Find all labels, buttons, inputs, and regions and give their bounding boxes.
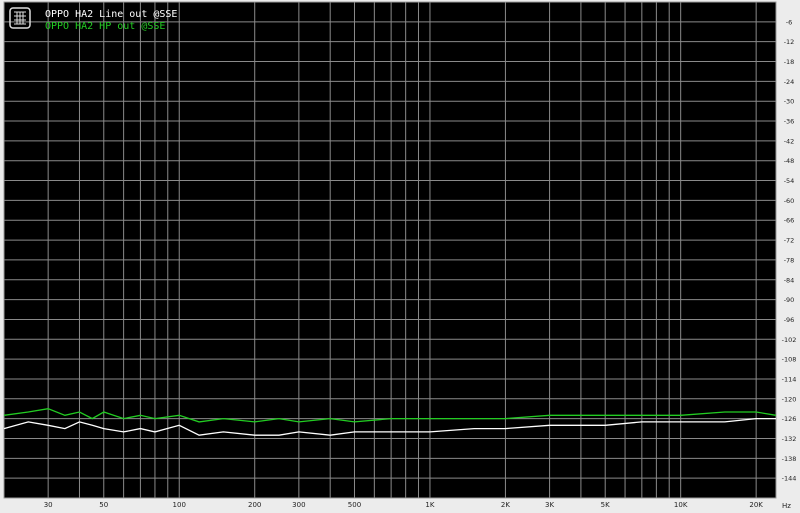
y-tick-label: -60 [784, 197, 795, 205]
x-tick-label: 3K [545, 501, 554, 509]
x-tick-label: 2K [501, 501, 510, 509]
x-tick-label: 300 [292, 501, 305, 509]
y-tick-label: -6 [786, 18, 792, 26]
y-tick-label: -54 [784, 177, 795, 185]
y-tick-label: -66 [784, 217, 795, 225]
y-tick-label: -144 [782, 475, 797, 483]
y-tick-label: -48 [784, 157, 795, 165]
plot-area [3, 1, 777, 499]
x-tick-label: 500 [348, 501, 361, 509]
y-tick-label: -84 [784, 276, 795, 284]
legend-entry-hp-out: OPPO HA2 HP out @SSE [45, 21, 165, 32]
y-tick-label: -96 [784, 316, 795, 324]
spectrum-chart: OPPO HA2 Line out @SSE OPPO HA2 HP out @… [0, 0, 800, 513]
y-tick-label: -108 [782, 356, 797, 364]
y-tick-label: -18 [784, 58, 795, 66]
x-tick-label: 50 [99, 501, 108, 509]
legend-entry-line-out: OPPO HA2 Line out @SSE [45, 9, 177, 20]
y-tick-label: -114 [782, 375, 797, 383]
y-tick-label: -126 [782, 415, 797, 423]
x-unit-label: Hz [782, 502, 791, 510]
y-tick-label: -12 [784, 38, 795, 46]
x-tick-label: 200 [248, 501, 261, 509]
y-tick-label: -102 [782, 336, 797, 344]
spectrum-plot: OPPO HA2 Line out @SSE OPPO HA2 HP out @… [0, 0, 800, 513]
x-tick-label: 30 [44, 501, 53, 509]
y-tick-label: -132 [782, 435, 797, 443]
y-tick-label: -90 [784, 296, 795, 304]
y-tick-label: -30 [784, 98, 795, 106]
x-tick-label: 10K [674, 501, 688, 509]
y-tick-label: -36 [784, 118, 795, 126]
y-tick-label: -72 [784, 237, 795, 245]
x-tick-label: 20K [749, 501, 763, 509]
y-tick-label: -42 [784, 137, 795, 145]
y-tick-label: -120 [782, 395, 797, 403]
y-tick-label: -78 [784, 256, 795, 264]
x-tick-label: 1K [425, 501, 434, 509]
x-tick-label: 100 [173, 501, 186, 509]
x-tick-label: 5K [601, 501, 610, 509]
y-tick-label: -138 [782, 455, 797, 463]
y-tick-label: -24 [784, 78, 795, 86]
